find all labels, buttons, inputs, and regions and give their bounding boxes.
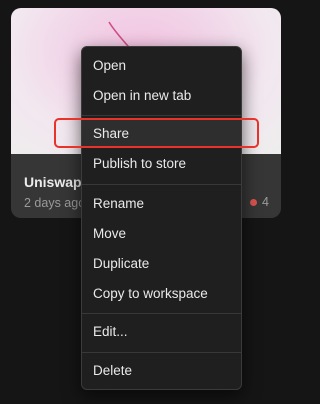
menu-item-publish-to-store[interactable]: Publish to store: [82, 149, 241, 178]
menu-item-open[interactable]: Open: [82, 51, 241, 80]
menu-separator: [82, 115, 241, 116]
file-status: 4: [250, 195, 269, 209]
menu-item-edit[interactable]: Edit...: [82, 317, 241, 346]
menu-separator: [82, 313, 241, 314]
menu-separator: [82, 184, 241, 185]
menu-item-copy-to-workspace[interactable]: Copy to workspace: [82, 279, 241, 308]
file-modified-time: 2 days ago: [24, 196, 86, 210]
menu-separator: [82, 352, 241, 353]
menu-item-move[interactable]: Move: [82, 219, 241, 248]
menu-item-rename[interactable]: Rename: [82, 189, 241, 218]
menu-item-share[interactable]: Share: [82, 119, 241, 148]
status-dot-icon: [250, 198, 258, 206]
menu-item-open-in-new-tab[interactable]: Open in new tab: [82, 81, 241, 110]
menu-item-duplicate[interactable]: Duplicate: [82, 249, 241, 278]
file-status-count: 4: [262, 195, 269, 209]
context-menu: Open Open in new tab Share Publish to st…: [81, 46, 242, 390]
menu-item-delete[interactable]: Delete: [82, 356, 241, 385]
file-title: Uniswap: [24, 174, 82, 190]
